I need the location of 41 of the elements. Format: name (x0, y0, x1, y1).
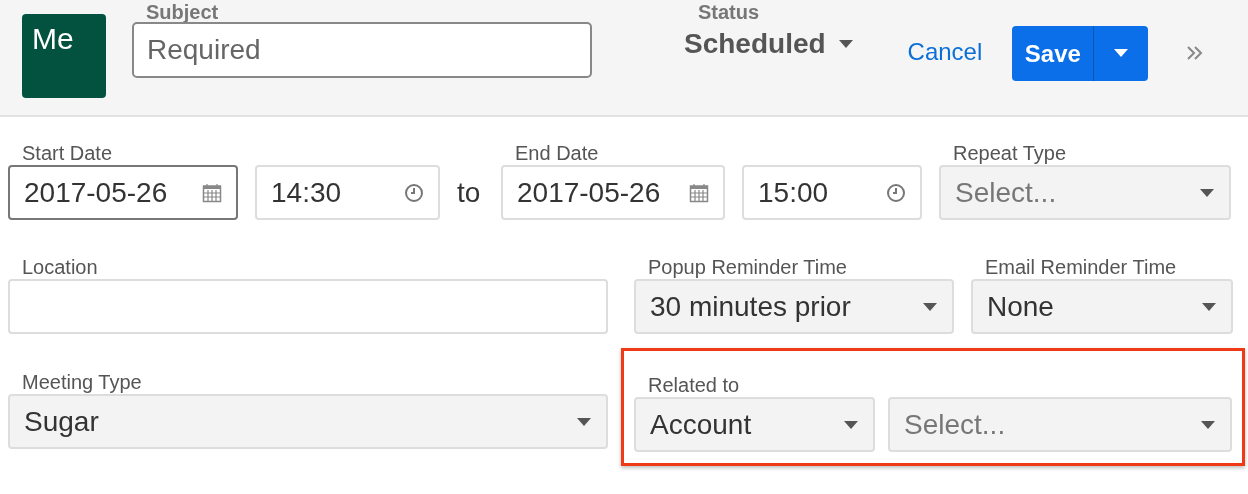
caret-icon (837, 39, 854, 49)
field-label: Start Date (22, 141, 114, 165)
calendar-icon (689, 182, 709, 203)
caret-icon (1201, 301, 1217, 312)
subject-field[interactable]: Required (132, 22, 592, 78)
select-dropdown[interactable]: Select... (939, 165, 1231, 220)
date-field[interactable]: 2017-05-26 (8, 165, 238, 220)
expand-icon[interactable] (1186, 45, 1205, 61)
avatar: Me (22, 14, 106, 98)
caret-icon (922, 301, 938, 312)
date-field[interactable]: 2017-05-26 (501, 165, 725, 220)
field-label: Repeat Type (953, 141, 1068, 165)
separator-text: to (457, 175, 482, 210)
caret-icon (1199, 187, 1215, 198)
select-dropdown[interactable]: Account (634, 397, 875, 452)
caret-icon (576, 416, 592, 427)
save-menu-button[interactable] (1094, 26, 1149, 81)
status-dropdown[interactable]: Scheduled (684, 28, 854, 60)
field-label: Status (698, 1, 761, 23)
save-button[interactable]: Save (1012, 26, 1095, 81)
caret-icon (1113, 48, 1130, 58)
select-dropdown[interactable]: Sugar (8, 394, 608, 449)
select-dropdown[interactable]: Select... (888, 397, 1232, 452)
field-label: Related to (648, 373, 741, 397)
field-label: Location (22, 255, 99, 279)
field-label: Email Reminder Time (985, 255, 1178, 279)
field-label: Meeting Type (22, 370, 143, 394)
caret-icon (1200, 419, 1216, 430)
caret-icon (843, 419, 859, 430)
field-label: Subject (146, 1, 220, 23)
cancel-link[interactable]: Cancel (907, 38, 983, 66)
time-field[interactable]: 14:30 (255, 165, 440, 220)
field-label: End Date (515, 141, 600, 165)
select-dropdown[interactable]: None (971, 279, 1233, 334)
field-label: Popup Reminder Time (648, 255, 848, 279)
text-field[interactable] (8, 279, 608, 334)
clock-icon (886, 182, 906, 203)
calendar-icon (202, 182, 222, 203)
clock-icon (404, 182, 424, 203)
select-dropdown[interactable]: 30 minutes prior (634, 279, 954, 334)
time-field[interactable]: 15:00 (742, 165, 922, 220)
